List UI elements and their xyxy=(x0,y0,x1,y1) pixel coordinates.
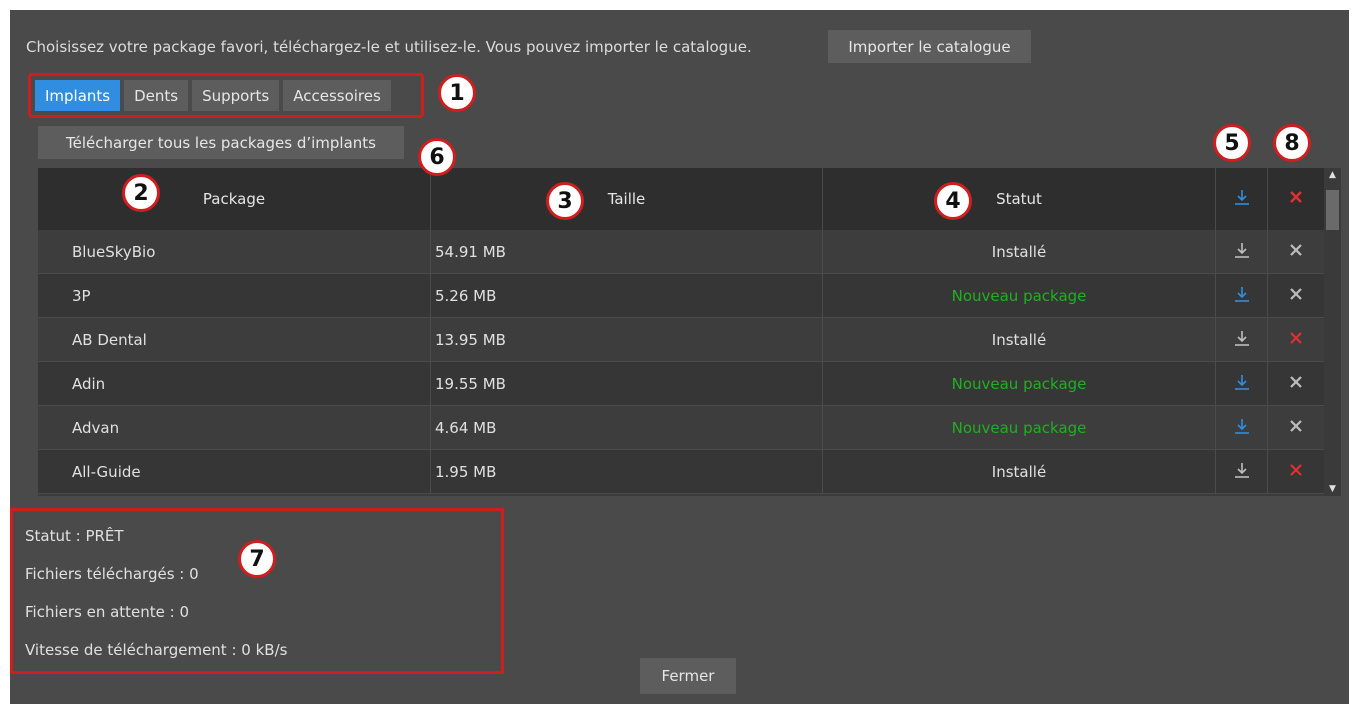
delete-package-button[interactable] xyxy=(1268,230,1324,274)
download-package-button[interactable] xyxy=(1216,318,1268,362)
close-icon xyxy=(1288,330,1304,350)
close-icon xyxy=(1288,189,1304,209)
callout-badge-6: 6 xyxy=(418,138,456,176)
delete-package-button[interactable] xyxy=(1268,362,1324,406)
close-icon xyxy=(1288,374,1304,394)
package-size-cell: 54.91 MB xyxy=(431,230,823,274)
download-package-button[interactable] xyxy=(1216,406,1268,450)
close-icon xyxy=(1288,418,1304,438)
table-row[interactable]: Adin 19.55 MB Nouveau package xyxy=(38,362,1324,406)
table-row[interactable]: Advan 4.64 MB Nouveau package xyxy=(38,406,1324,450)
download-package-button[interactable] xyxy=(1216,362,1268,406)
callout-badge-7: 7 xyxy=(238,540,276,578)
download-status-panel: Statut : PRÊT Fichiers téléchargés : 0 F… xyxy=(10,508,504,674)
table-row[interactable]: BlueSkyBio 54.91 MB Installé xyxy=(38,230,1324,274)
close-icon xyxy=(1288,242,1304,262)
tab-dents[interactable]: Dents xyxy=(124,80,189,111)
status-text: Statut : PRÊT xyxy=(25,527,124,545)
download-icon xyxy=(1232,328,1252,352)
table-row[interactable]: All-Guide 1.95 MB Installé xyxy=(38,450,1324,494)
pending-files-text: Fichiers en attente : 0 xyxy=(25,603,190,621)
download-package-button[interactable] xyxy=(1216,230,1268,274)
category-tabs: Implants Dents Supports Accessoires xyxy=(28,73,424,118)
callout-badge-2: 2 xyxy=(122,174,160,212)
download-icon xyxy=(1232,187,1252,211)
callout-badge-4: 4 xyxy=(934,182,972,220)
package-name-cell: Adin xyxy=(38,362,431,406)
callout-badge-8: 8 xyxy=(1273,124,1311,162)
package-manager-window: Choisissez votre package favori, télécha… xyxy=(10,10,1349,704)
import-catalog-button[interactable]: Importer le catalogue xyxy=(828,30,1031,63)
scroll-up-arrow-icon[interactable]: ▲ xyxy=(1324,168,1341,182)
download-all-column-button[interactable] xyxy=(1216,168,1268,230)
package-name-cell: All-Guide xyxy=(38,450,431,494)
table-scrollbar[interactable]: ▲ ▼ xyxy=(1324,168,1341,496)
table-header: Package Taille Statut xyxy=(38,168,1324,230)
table-row[interactable]: AB Dental 13.95 MB Installé xyxy=(38,318,1324,362)
delete-package-button[interactable] xyxy=(1268,450,1324,494)
intro-text: Choisissez votre package favori, télécha… xyxy=(26,38,752,56)
tab-supports[interactable]: Supports xyxy=(192,80,280,111)
tab-accessoires[interactable]: Accessoires xyxy=(283,80,391,111)
package-size-cell: 13.95 MB xyxy=(431,318,823,362)
scroll-down-arrow-icon[interactable]: ▼ xyxy=(1324,482,1341,496)
callout-badge-1: 1 xyxy=(438,74,476,112)
package-name-cell: BlueSkyBio xyxy=(38,230,431,274)
delete-all-column-button[interactable] xyxy=(1268,168,1324,230)
column-header-status[interactable]: Statut xyxy=(823,168,1216,230)
download-speed-text: Vitesse de téléchargement : 0 kB/s xyxy=(25,641,288,659)
packages-table: Package Taille Statut BlueSkyBio 54.91 MB… xyxy=(38,168,1324,496)
download-icon xyxy=(1232,460,1252,484)
package-name-cell: AB Dental xyxy=(38,318,431,362)
column-header-package[interactable]: Package xyxy=(38,168,431,230)
package-status-cell: Installé xyxy=(823,318,1216,362)
package-size-cell: 4.64 MB xyxy=(431,406,823,450)
package-status-cell: Installé xyxy=(823,230,1216,274)
package-size-cell: 1.95 MB xyxy=(431,450,823,494)
package-status-cell: Nouveau package xyxy=(823,362,1216,406)
callout-badge-5: 5 xyxy=(1213,124,1251,162)
package-size-cell: 19.55 MB xyxy=(431,362,823,406)
download-icon xyxy=(1232,372,1252,396)
close-icon xyxy=(1288,286,1304,306)
delete-package-button[interactable] xyxy=(1268,318,1324,362)
package-name-cell: Advan xyxy=(38,406,431,450)
package-status-cell: Nouveau package xyxy=(823,406,1216,450)
delete-package-button[interactable] xyxy=(1268,406,1324,450)
column-header-size[interactable]: Taille xyxy=(431,168,823,230)
scroll-thumb[interactable] xyxy=(1326,190,1339,230)
delete-package-button[interactable] xyxy=(1268,274,1324,318)
close-icon xyxy=(1288,462,1304,482)
table-row[interactable]: 3P 5.26 MB Nouveau package xyxy=(38,274,1324,318)
package-size-cell: 5.26 MB xyxy=(431,274,823,318)
download-icon xyxy=(1232,284,1252,308)
download-icon xyxy=(1232,240,1252,264)
package-status-cell: Installé xyxy=(823,450,1216,494)
downloaded-files-text: Fichiers téléchargés : 0 xyxy=(25,565,199,583)
callout-badge-3: 3 xyxy=(546,182,584,220)
download-package-button[interactable] xyxy=(1216,450,1268,494)
package-status-cell: Nouveau package xyxy=(823,274,1216,318)
tab-implants[interactable]: Implants xyxy=(35,80,121,111)
download-package-button[interactable] xyxy=(1216,274,1268,318)
download-all-implants-button[interactable]: Télécharger tous les packages d’implants xyxy=(38,126,404,159)
download-icon xyxy=(1232,416,1252,440)
package-name-cell: 3P xyxy=(38,274,431,318)
close-button[interactable]: Fermer xyxy=(640,658,736,694)
